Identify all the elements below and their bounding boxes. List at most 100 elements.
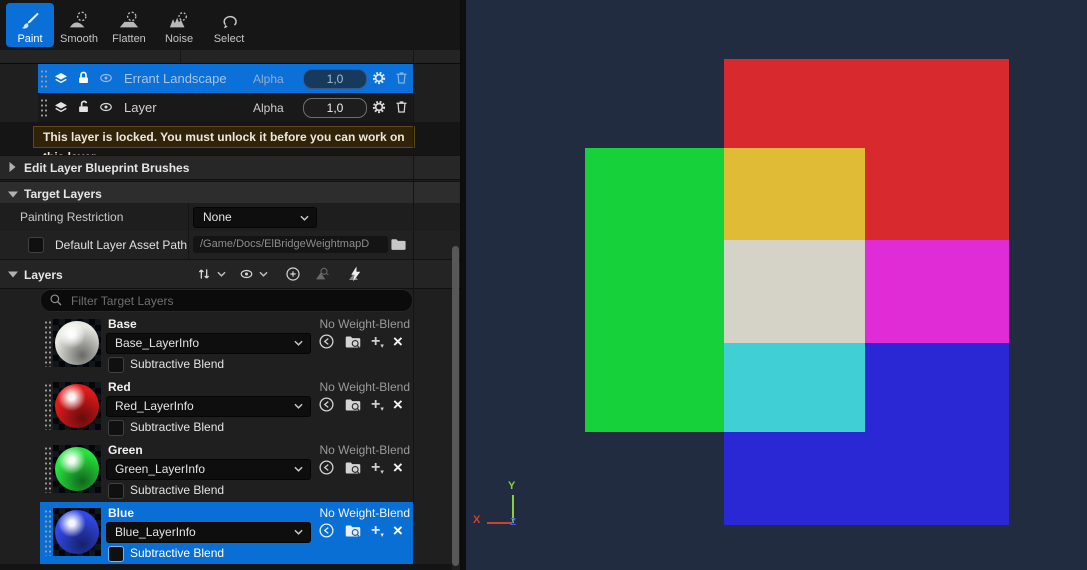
filter-target-layers-box[interactable] [40, 289, 413, 312]
layer-info-select[interactable]: Base_LayerInfo [106, 333, 311, 354]
delete-layer-trash-icon[interactable] [394, 70, 409, 86]
drag-handle[interactable] [44, 446, 51, 493]
drag-handle[interactable] [44, 509, 51, 556]
default-path-field[interactable]: /Game/Docs/ElBridgeWeightmapD [193, 236, 388, 253]
sphere-preview [55, 384, 99, 428]
y-axis-label: Y [508, 480, 515, 492]
cyan-overlap-region [724, 343, 865, 432]
alpha-value-field[interactable]: 1,0 [303, 69, 367, 89]
lock-icon[interactable] [76, 70, 91, 86]
chevron-down-icon [294, 466, 303, 472]
subtractive-blend-checkbox[interactable] [108, 546, 124, 562]
alpha-value-field[interactable]: 1,0 [303, 98, 367, 118]
panel-scrollbar[interactable] [452, 246, 459, 566]
tool-label: Flatten [112, 33, 146, 45]
create-new-asset-icon[interactable]: +▾ [371, 397, 384, 413]
browse-to-asset-icon[interactable] [344, 334, 362, 350]
subtractive-blend-checkbox[interactable] [108, 483, 124, 499]
delete-layer-trash-icon[interactable] [394, 99, 409, 115]
3d-viewport[interactable]: Y X Z [466, 0, 1087, 570]
drag-handle[interactable] [40, 69, 47, 88]
chevron-down-icon[interactable] [217, 271, 226, 277]
tool-flatten[interactable]: Flatten [105, 3, 153, 47]
noise-icon [168, 9, 190, 33]
chevron-down-icon [8, 270, 18, 279]
layer-thumbnail[interactable] [53, 319, 101, 367]
clear-asset-icon[interactable]: × [393, 396, 403, 413]
subtractive-blend-checkbox[interactable] [108, 420, 124, 436]
clear-asset-icon[interactable]: × [393, 459, 403, 476]
chevron-down-icon[interactable] [259, 271, 268, 277]
use-selected-asset-icon[interactable] [318, 459, 335, 476]
drag-handle[interactable] [40, 98, 47, 117]
default-path-checkbox[interactable] [28, 237, 44, 253]
folder-browse-icon[interactable] [390, 237, 407, 252]
selected-layer-info: Red_LayerInfo [115, 397, 194, 416]
layer-info-actions: +▾ × [318, 333, 403, 350]
layer-settings-gear-icon[interactable] [371, 70, 387, 86]
layer-info-select[interactable]: Green_LayerInfo [106, 459, 311, 480]
layer-info-select[interactable]: Red_LayerInfo [106, 396, 311, 417]
layer-settings-gear-icon[interactable] [371, 99, 387, 115]
layer-info-actions: +▾ × [318, 459, 403, 476]
sphere-preview [55, 321, 99, 365]
red-region-right [865, 148, 1009, 240]
clear-asset-icon[interactable]: × [393, 333, 403, 350]
smooth-icon [68, 9, 90, 33]
painting-restriction-label: Painting Restriction [20, 210, 123, 224]
target-layer-item-base[interactable]: Base No Weight-Blend Base_LayerInfo +▾ ×… [0, 312, 462, 375]
painting-restriction-select[interactable]: None [193, 207, 317, 228]
unlock-icon[interactable] [76, 99, 91, 115]
layer-thumbnail[interactable] [53, 382, 101, 430]
tool-paint[interactable]: Paint [6, 3, 54, 47]
edit-layer-row-layer[interactable]: Layer Alpha 1,0 [38, 93, 413, 123]
section-edit-layer-blueprint-brushes[interactable]: Edit Layer Blueprint Brushes [0, 155, 462, 180]
alpha-label: Alpha [253, 72, 284, 86]
tool-select[interactable]: Select [205, 3, 253, 47]
browse-to-asset-icon[interactable] [344, 460, 362, 476]
blue-region-right [865, 343, 1009, 432]
visibility-eye-icon[interactable] [98, 71, 114, 85]
filter-target-layers-input[interactable] [69, 291, 403, 310]
section-layers[interactable]: Layers [0, 259, 462, 289]
add-layer-plus-circle-icon[interactable] [285, 266, 301, 282]
visibility-eye-icon[interactable] [98, 100, 114, 114]
use-selected-asset-icon[interactable] [318, 522, 335, 539]
edit-layer-row-errant-landscape[interactable]: Errant Landscape Alpha 1,0 [38, 64, 413, 93]
layer-thumbnail[interactable] [53, 445, 101, 493]
layer-name: Layer [124, 100, 157, 115]
tool-noise[interactable]: Noise [155, 3, 203, 47]
layer-thumbnail[interactable] [53, 508, 101, 556]
rebuild-layers-bolt-icon[interactable] [346, 265, 364, 283]
section-title: Layers [24, 268, 63, 282]
use-selected-asset-icon[interactable] [318, 333, 335, 350]
white-overlap-region [724, 240, 865, 343]
section-target-layers[interactable]: Target Layers [0, 181, 462, 205]
weight-blend-status: No Weight-Blend [320, 506, 411, 520]
create-new-asset-icon[interactable]: +▾ [371, 523, 384, 539]
sort-layers-icon[interactable] [196, 266, 212, 282]
layer-visibility-eye-icon[interactable] [238, 267, 255, 281]
create-new-asset-icon[interactable]: +▾ [371, 460, 384, 476]
tool-smooth[interactable]: Smooth [55, 3, 103, 47]
drag-handle[interactable] [44, 383, 51, 430]
create-layers-from-material-icon[interactable] [313, 266, 331, 282]
chevron-right-icon [8, 162, 17, 172]
target-layer-item-green[interactable]: Green No Weight-Blend Green_LayerInfo +▾… [0, 438, 462, 501]
target-layer-item-red[interactable]: Red No Weight-Blend Red_LayerInfo +▾ × S… [0, 375, 462, 438]
layers-icon [53, 100, 69, 116]
subtractive-blend-checkbox[interactable] [108, 357, 124, 373]
subtractive-blend-label: Subtractive Blend [130, 546, 224, 560]
use-selected-asset-icon[interactable] [318, 396, 335, 413]
clear-asset-icon[interactable]: × [393, 522, 403, 539]
layer-info-select[interactable]: Blue_LayerInfo [106, 522, 311, 543]
layer-name: Errant Landscape [124, 71, 227, 86]
target-layer-item-blue[interactable]: Blue No Weight-Blend Blue_LayerInfo +▾ ×… [0, 501, 462, 564]
column-divider [413, 57, 414, 570]
browse-to-asset-icon[interactable] [344, 397, 362, 413]
create-new-asset-icon[interactable]: +▾ [371, 334, 384, 350]
browse-to-asset-icon[interactable] [344, 523, 362, 539]
weight-blend-status: No Weight-Blend [320, 380, 411, 394]
drag-handle[interactable] [44, 320, 51, 367]
section-title: Edit Layer Blueprint Brushes [24, 161, 189, 175]
